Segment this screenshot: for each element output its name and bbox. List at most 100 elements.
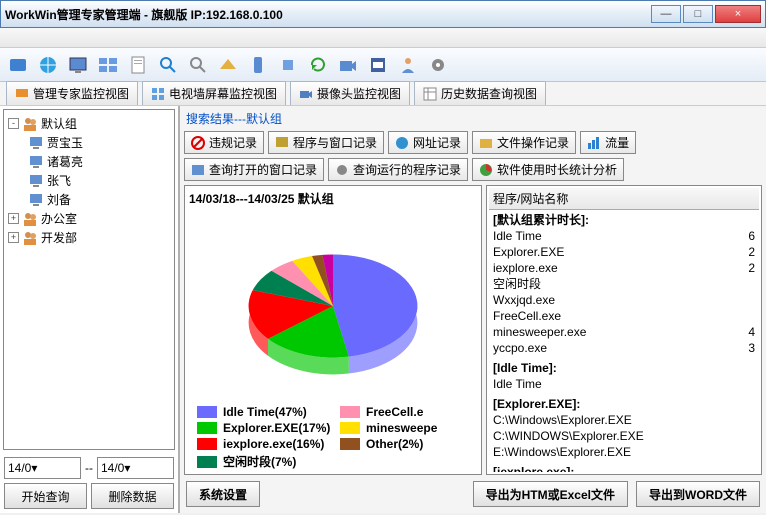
user-icon[interactable] xyxy=(396,53,420,77)
list-group-title: [Explorer.EXE]: xyxy=(493,396,755,412)
system-settings-button[interactable]: 系统设置 xyxy=(186,481,260,507)
users-icon xyxy=(22,116,38,132)
list-row[interactable]: Idle Time xyxy=(493,376,755,392)
plug-icon[interactable] xyxy=(276,53,300,77)
tab-bar: 管理专家监控视图 电视墙屏幕监控视图 摄像头监控视图 历史数据查询视图 xyxy=(0,82,766,106)
film-icon[interactable] xyxy=(366,53,390,77)
gear-icon[interactable] xyxy=(426,53,450,77)
legend-item xyxy=(340,453,477,470)
list-row[interactable]: E:\Windows\Explorer.EXE xyxy=(493,444,755,460)
minimize-button[interactable]: — xyxy=(651,5,681,23)
traffic-button[interactable]: 流量 xyxy=(580,131,636,154)
legend-item: iexplore.exe(16%) xyxy=(197,437,334,451)
window-title: WorkWin管理专家管理端 - 旗舰版 IP:192.168.0.100 xyxy=(5,6,651,23)
list-group-title: [默认组累计时长]: xyxy=(493,212,755,228)
tree-node-child[interactable]: 诸葛亮 xyxy=(28,152,170,171)
chart-icon xyxy=(587,136,601,150)
program-window-record-button[interactable]: 程序与窗口记录 xyxy=(268,131,384,154)
legend-item: minesweepe xyxy=(340,421,477,435)
usage-stats-button[interactable]: 软件使用时长统计分析 xyxy=(472,158,624,181)
legend-item: 空闲时段(7%) xyxy=(197,453,334,470)
query-program-button[interactable]: 查询运行的程序记录 xyxy=(328,158,468,181)
start-query-button[interactable]: 开始查询 xyxy=(4,483,87,509)
chart-header: 14/03/18---14/03/25 默认组 xyxy=(189,190,477,207)
close-button[interactable]: × xyxy=(715,5,761,23)
legend-item: Explorer.EXE(17%) xyxy=(197,421,334,435)
gear-icon xyxy=(335,163,349,177)
expand-icon[interactable]: + xyxy=(8,213,19,224)
tree-node-child[interactable]: 刘备 xyxy=(28,190,170,209)
list-row[interactable]: Explorer.EXE2 xyxy=(493,244,755,260)
list-row[interactable]: Wxxjqd.exe xyxy=(493,292,755,308)
list-row[interactable]: yccpo.exe3 xyxy=(493,340,755,356)
search-icon[interactable] xyxy=(156,53,180,77)
monitor-icon[interactable] xyxy=(66,53,90,77)
collapse-icon[interactable]: - xyxy=(8,118,19,129)
export-html-button[interactable]: 导出为HTM或Excel文件 xyxy=(473,481,628,507)
usb-icon[interactable] xyxy=(246,53,270,77)
camera-icon[interactable] xyxy=(336,53,360,77)
list-row[interactable]: 空闲时段 xyxy=(493,276,755,292)
monitor-icon xyxy=(28,173,44,189)
list-row[interactable]: C:\Windows\Explorer.EXE xyxy=(493,412,755,428)
list-group-title: [iexplore.exe]: xyxy=(493,464,755,472)
chart-box: 14/03/18---14/03/25 默认组 Idle Time(47%)Fr… xyxy=(184,185,482,475)
tree-view[interactable]: -默认组 贾宝玉诸葛亮张飞刘备 +办公室 +开发部 xyxy=(3,109,175,450)
left-panel: -默认组 贾宝玉诸葛亮张飞刘备 +办公室 +开发部 14/0▾ -- 14/0▾… xyxy=(0,106,180,513)
list-header: 程序/网站名称 xyxy=(489,188,759,210)
list-row[interactable]: iexplore.exe2 xyxy=(493,260,755,276)
list-body[interactable]: [默认组累计时长]:Idle Time6Explorer.EXE2iexplor… xyxy=(489,210,759,472)
monitor-icon xyxy=(28,192,44,208)
screens-icon[interactable] xyxy=(96,53,120,77)
expand-icon[interactable]: + xyxy=(8,232,19,243)
monitor-icon xyxy=(15,87,29,101)
delete-data-button[interactable]: 删除数据 xyxy=(91,483,174,509)
date-from-input[interactable]: 14/0▾ xyxy=(4,457,81,479)
toolbar-icon-1[interactable] xyxy=(6,53,30,77)
tab-history-view[interactable]: 历史数据查询视图 xyxy=(414,81,546,105)
legend-item: FreeCell.e xyxy=(340,405,477,419)
title-bar: WorkWin管理专家管理端 - 旗舰版 IP:192.168.0.100 — … xyxy=(0,0,766,28)
right-panel: 搜索结果---默认组 违规记录 程序与窗口记录 网址记录 文件操作记录 流量 查… xyxy=(180,106,766,513)
date-sep: -- xyxy=(85,461,93,475)
tab-camera-view[interactable]: 摄像头监控视图 xyxy=(290,81,410,105)
globe-icon xyxy=(395,136,409,150)
table-icon xyxy=(423,87,437,101)
monitor-icon xyxy=(28,135,44,151)
list-row[interactable]: C:\WINDOWS\Explorer.EXE xyxy=(493,428,755,444)
pie-chart xyxy=(189,211,477,401)
chart-legend: Idle Time(47%)FreeCell.eExplorer.EXE(17%… xyxy=(189,401,477,470)
query-window-button[interactable]: 查询打开的窗口记录 xyxy=(184,158,324,181)
tree-node-office[interactable]: +办公室 xyxy=(8,209,170,228)
doc-icon[interactable] xyxy=(126,53,150,77)
maximize-button[interactable]: □ xyxy=(683,5,713,23)
tree-node-child[interactable]: 张飞 xyxy=(28,171,170,190)
program-list: 程序/网站名称 [默认组累计时长]:Idle Time6Explorer.EXE… xyxy=(486,185,762,475)
tab-monitor-view[interactable]: 管理专家监控视图 xyxy=(6,81,138,105)
globe-icon[interactable] xyxy=(36,53,60,77)
pie-icon xyxy=(479,163,493,177)
tab-wall-view[interactable]: 电视墙屏幕监控视图 xyxy=(142,81,286,105)
ship-icon[interactable] xyxy=(216,53,240,77)
list-row[interactable]: Idle Time6 xyxy=(493,228,755,244)
zoom-icon[interactable] xyxy=(186,53,210,77)
menu-bar xyxy=(0,28,766,48)
camera-icon xyxy=(299,87,313,101)
legend-item: Other(2%) xyxy=(340,437,477,451)
list-row[interactable]: minesweeper.exe4 xyxy=(493,324,755,340)
export-word-button[interactable]: 导出到WORD文件 xyxy=(636,481,760,507)
tree-node-child[interactable]: 贾宝玉 xyxy=(28,133,170,152)
refresh-icon[interactable] xyxy=(306,53,330,77)
record-bar: 违规记录 程序与窗口记录 网址记录 文件操作记录 流量 xyxy=(182,129,764,156)
file-record-button[interactable]: 文件操作记录 xyxy=(472,131,576,154)
window-buttons: — □ × xyxy=(651,5,761,23)
url-record-button[interactable]: 网址记录 xyxy=(388,131,468,154)
violation-record-button[interactable]: 违规记录 xyxy=(184,131,264,154)
forbid-icon xyxy=(191,136,205,150)
tree-node-dev[interactable]: +开发部 xyxy=(8,228,170,247)
date-to-input[interactable]: 14/0▾ xyxy=(97,457,174,479)
users-icon xyxy=(22,211,38,227)
tree-node-default[interactable]: -默认组 xyxy=(8,114,170,133)
toolbar xyxy=(0,48,766,82)
list-row[interactable]: FreeCell.exe xyxy=(493,308,755,324)
